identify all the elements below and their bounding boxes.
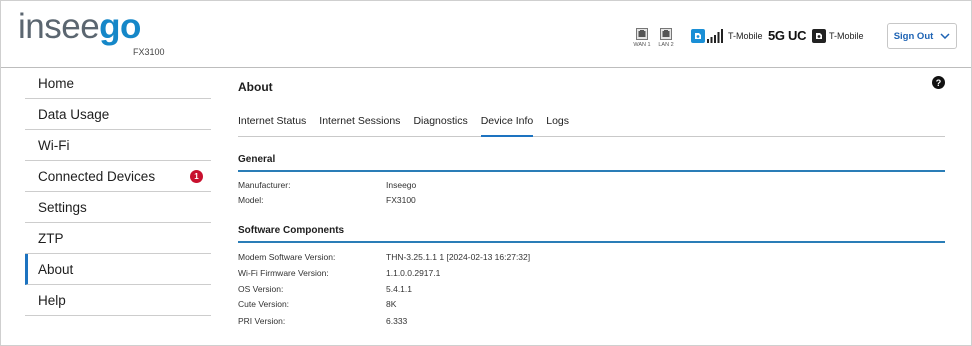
carrier-status-secondary: T-Mobile — [812, 27, 864, 45]
tab-diagnostics[interactable]: Diagnostics — [413, 111, 467, 137]
tab-bar: Internet Status Internet Sessions Diagno… — [238, 111, 945, 137]
sidebar-item-home[interactable]: Home — [25, 68, 211, 99]
notification-badge: 1 — [190, 170, 203, 183]
sign-out-button[interactable]: Sign Out — [887, 23, 957, 49]
header: inseego FX3100 WAN 1 LAN 2 T-Mobile 5G U… — [1, 1, 971, 68]
info-label: OS Version: — [238, 284, 284, 294]
info-label: Modem Software Version: — [238, 252, 336, 262]
info-label: Cute Version: — [238, 299, 290, 309]
sidebar-item-data-usage[interactable]: Data Usage — [25, 99, 211, 130]
info-row: Model: FX3100 — [238, 195, 945, 208]
network-type-label: 5G UC — [768, 28, 807, 43]
logo-text-part1: insee — [18, 7, 100, 46]
software-components-section: Software Components — [238, 225, 945, 243]
tab-internet-status[interactable]: Internet Status — [238, 111, 306, 137]
inseego-logo[interactable]: inseego — [18, 7, 141, 47]
info-row: Modem Software Version: THN-3.25.1.1 1 [… — [238, 252, 945, 265]
signal-strength-icon — [707, 29, 723, 43]
info-value: Inseego — [386, 180, 417, 190]
ethernet-port-icon — [636, 28, 648, 40]
wan-port-label: WAN 1 — [633, 42, 651, 48]
info-row: Manufacturer: Inseego — [238, 180, 945, 193]
info-row: OS Version: 5.4.1.1 — [238, 284, 945, 297]
sidebar-item-settings[interactable]: Settings — [25, 192, 211, 223]
tab-logs[interactable]: Logs — [546, 111, 569, 137]
info-value: 5.4.1.1 — [386, 284, 412, 294]
info-value: 8K — [386, 299, 397, 309]
sidebar-item-label: Wi-Fi — [38, 137, 70, 153]
sidebar-item-label: Settings — [38, 199, 87, 215]
sidebar-nav: Home Data Usage Wi-Fi Connected Devices … — [25, 68, 211, 316]
device-model-label: FX3100 — [133, 47, 165, 57]
section-title: Software Components — [238, 225, 945, 243]
sidebar-item-label: Home — [38, 75, 75, 91]
page-title: About — [238, 80, 273, 94]
sim-shield-icon — [691, 29, 705, 43]
info-label: Model: — [238, 195, 264, 205]
info-row: Cute Version: 8K — [238, 299, 945, 312]
sidebar-item-label: Help — [38, 292, 66, 308]
section-title: General — [238, 154, 945, 172]
chevron-down-icon — [940, 33, 950, 39]
sidebar-item-ztp[interactable]: ZTP — [25, 223, 211, 254]
lan-port-status: LAN 2 — [655, 28, 677, 48]
carrier-name-secondary: T-Mobile — [829, 31, 864, 41]
tab-internet-sessions[interactable]: Internet Sessions — [319, 111, 400, 137]
info-row: PRI Version: 6.333 — [238, 316, 945, 329]
info-value: FX3100 — [386, 195, 416, 205]
info-label: PRI Version: — [238, 316, 286, 326]
sidebar-item-help[interactable]: Help — [25, 285, 211, 316]
help-icon[interactable]: ? — [932, 76, 945, 89]
wan-port-status: WAN 1 — [631, 28, 653, 48]
tab-device-info[interactable]: Device Info — [480, 111, 534, 137]
sidebar-item-label: Connected Devices — [38, 168, 156, 184]
ethernet-port-icon — [660, 28, 672, 40]
lan-port-label: LAN 2 — [658, 42, 674, 48]
carrier-name-primary: T-Mobile — [728, 31, 763, 41]
logo-text-part2: go — [99, 7, 141, 46]
info-label: Manufacturer: — [238, 180, 291, 190]
sim-shield-icon — [812, 29, 826, 43]
sidebar-item-label: ZTP — [38, 230, 64, 246]
info-label: Wi-Fi Firmware Version: — [238, 268, 329, 278]
sidebar-item-label: About — [38, 261, 74, 277]
info-value: 6.333 — [386, 316, 408, 326]
info-row: Wi-Fi Firmware Version: 1.1.0.0.2917.1 — [238, 268, 945, 281]
info-value: 1.1.0.0.2917.1 — [386, 268, 441, 278]
sign-out-label: Sign Out — [893, 30, 934, 42]
sidebar-item-wifi[interactable]: Wi-Fi — [25, 130, 211, 161]
sidebar-item-label: Data Usage — [38, 106, 110, 122]
info-value: THN-3.25.1.1 1 [2024-02-13 16:27:32] — [386, 252, 531, 262]
general-section: General — [238, 154, 945, 172]
sidebar-item-about[interactable]: About — [25, 254, 211, 285]
carrier-status-primary: T-Mobile — [691, 27, 763, 45]
sidebar-item-connected-devices[interactable]: Connected Devices 1 — [25, 161, 211, 192]
